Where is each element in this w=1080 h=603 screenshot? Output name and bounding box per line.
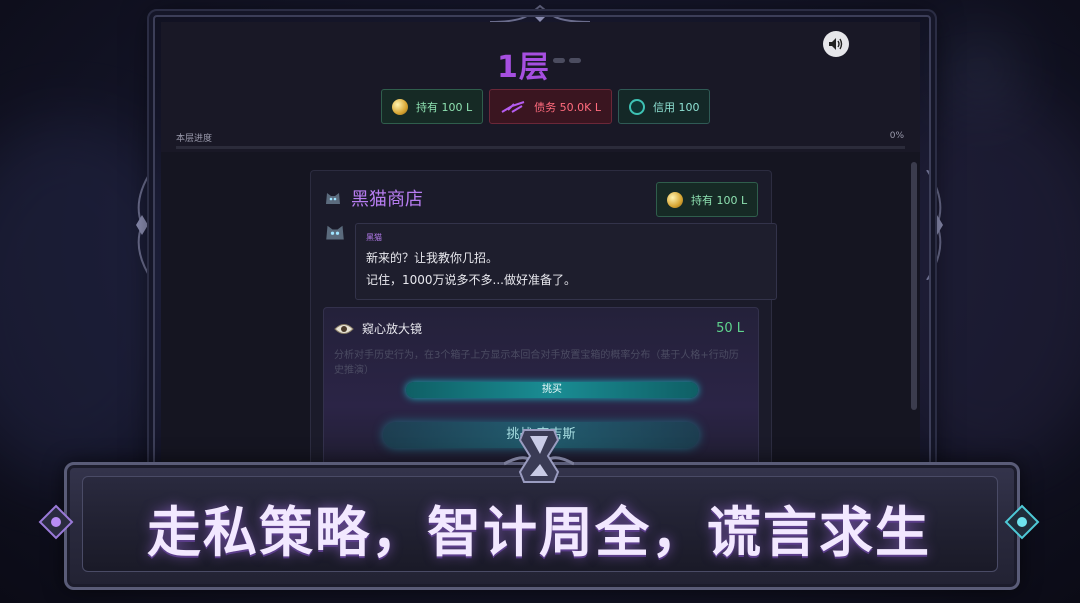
game-screen: 1层 持有 100 L 债务 50.0K L 信用 100 本层进度 0% 黑猫… — [161, 22, 920, 485]
floor-pip — [569, 58, 581, 63]
hourglass-chain-icon — [504, 429, 574, 483]
sound-button[interactable] — [823, 31, 849, 57]
coin-icon — [392, 98, 408, 115]
shop-hold-badge: 持有 100 L — [656, 182, 759, 217]
hold-badge-label: 持有 100 L — [416, 100, 473, 114]
floor-progress-bar — [176, 146, 905, 149]
scrollbar[interactable] — [911, 162, 917, 410]
floor-pip — [553, 58, 565, 63]
banner-slogan: 走私策略，智计周全，谎言求生 — [147, 501, 931, 564]
eye-icon — [334, 323, 354, 334]
floor-pips — [553, 58, 581, 63]
item-header: 窥心放大镜 — [334, 320, 422, 337]
coin-icon — [667, 191, 683, 208]
cat-dialogue: 黑猫 新来的？让我教你几招。 记住，1000万说多不多...做好准备了。 — [325, 223, 777, 300]
credit-icon — [628, 98, 645, 115]
credit-badge: 信用 100 — [617, 89, 711, 124]
buy-button[interactable]: 挑买 — [406, 382, 698, 398]
credit-badge-label: 信用 100 — [652, 100, 700, 114]
debt-badge-label: 债务 50.0K L — [534, 100, 601, 114]
speaker-icon — [829, 38, 843, 50]
slogan-banner: 走私策略，智计周全，谎言求生 — [34, 429, 1044, 598]
item-price: 50 L — [716, 321, 744, 336]
debt-badge: 债务 50.0K L — [489, 89, 612, 124]
background-moon — [940, 30, 1020, 110]
dialogue-speaker: 黑猫 — [366, 233, 382, 242]
dialogue-line: 新来的？让我教你几招。 — [366, 251, 499, 265]
item-description: 分析对手历史行为，在3个箱子上方显示本回合对手放置宝箱的概率分布（基于人格+行动… — [334, 350, 739, 376]
item-name: 窥心放大镜 — [362, 322, 423, 336]
top-hud: 1层 持有 100 L 债务 50.0K L 信用 100 本层进度 0% — [161, 22, 920, 152]
hold-badge: 持有 100 L — [381, 89, 484, 124]
progress-percent: 0% — [889, 131, 904, 141]
dialogue-bubble: 黑猫 新来的？让我教你几招。 记住，1000万说多不多...做好准备了。 — [355, 223, 777, 300]
debt-icon — [501, 100, 525, 113]
floor-title: 1层 — [497, 50, 550, 85]
frame-left-ornament — [136, 170, 153, 280]
shop-title: 黑猫商店 — [351, 189, 423, 210]
cat-avatar-icon — [326, 225, 344, 240]
black-cat-icon — [326, 193, 340, 204]
shop-header: 黑猫商店 — [325, 185, 423, 211]
dialogue-line: 记住，1000万说多不多...做好准备了。 — [366, 273, 576, 287]
progress-label: 本层进度 — [176, 134, 213, 144]
resource-badges: 持有 100 L 债务 50.0K L 信用 100 — [381, 89, 711, 124]
shop-hold-label: 持有 100 L — [691, 193, 748, 207]
